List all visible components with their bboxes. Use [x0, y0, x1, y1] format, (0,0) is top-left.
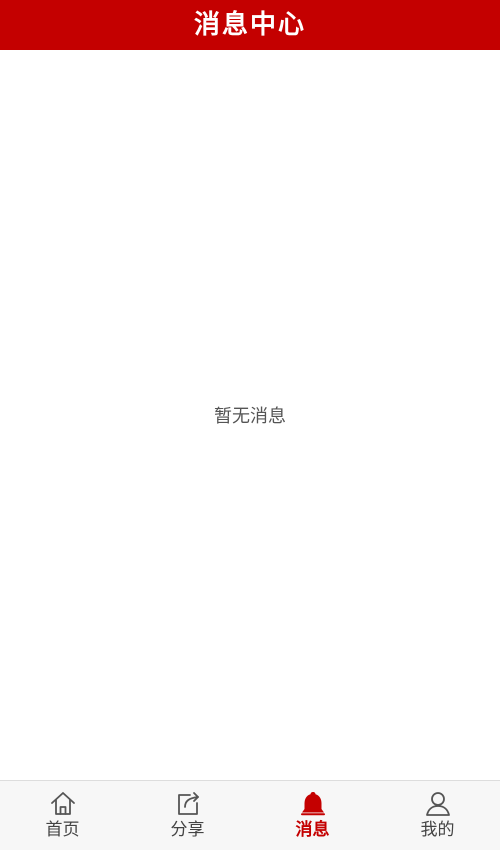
tab-share[interactable]: 分享	[125, 781, 250, 850]
tab-profile[interactable]: 我的	[375, 781, 500, 850]
tab-home-label: 首页	[45, 820, 80, 840]
message-center-screen: 消息中心 暂无消息 首页 分享 消息 我的	[0, 0, 500, 850]
top-header: 消息中心	[0, 0, 500, 50]
tab-profile-label: 我的	[420, 820, 455, 840]
home-icon	[50, 792, 75, 815]
bottom-tab-bar: 首页 分享 消息 我的	[0, 780, 500, 850]
page-title: 消息中心	[193, 10, 306, 40]
tab-messages-label: 消息	[295, 820, 330, 840]
empty-state-text: 暂无消息	[214, 406, 286, 427]
user-icon	[425, 792, 450, 816]
tab-share-label: 分享	[170, 820, 205, 840]
tab-messages[interactable]: 消息	[250, 781, 375, 850]
bell-icon	[300, 792, 325, 816]
tab-home[interactable]: 首页	[0, 781, 125, 850]
share-icon	[177, 792, 199, 815]
message-list-area: 暂无消息	[0, 50, 500, 781]
